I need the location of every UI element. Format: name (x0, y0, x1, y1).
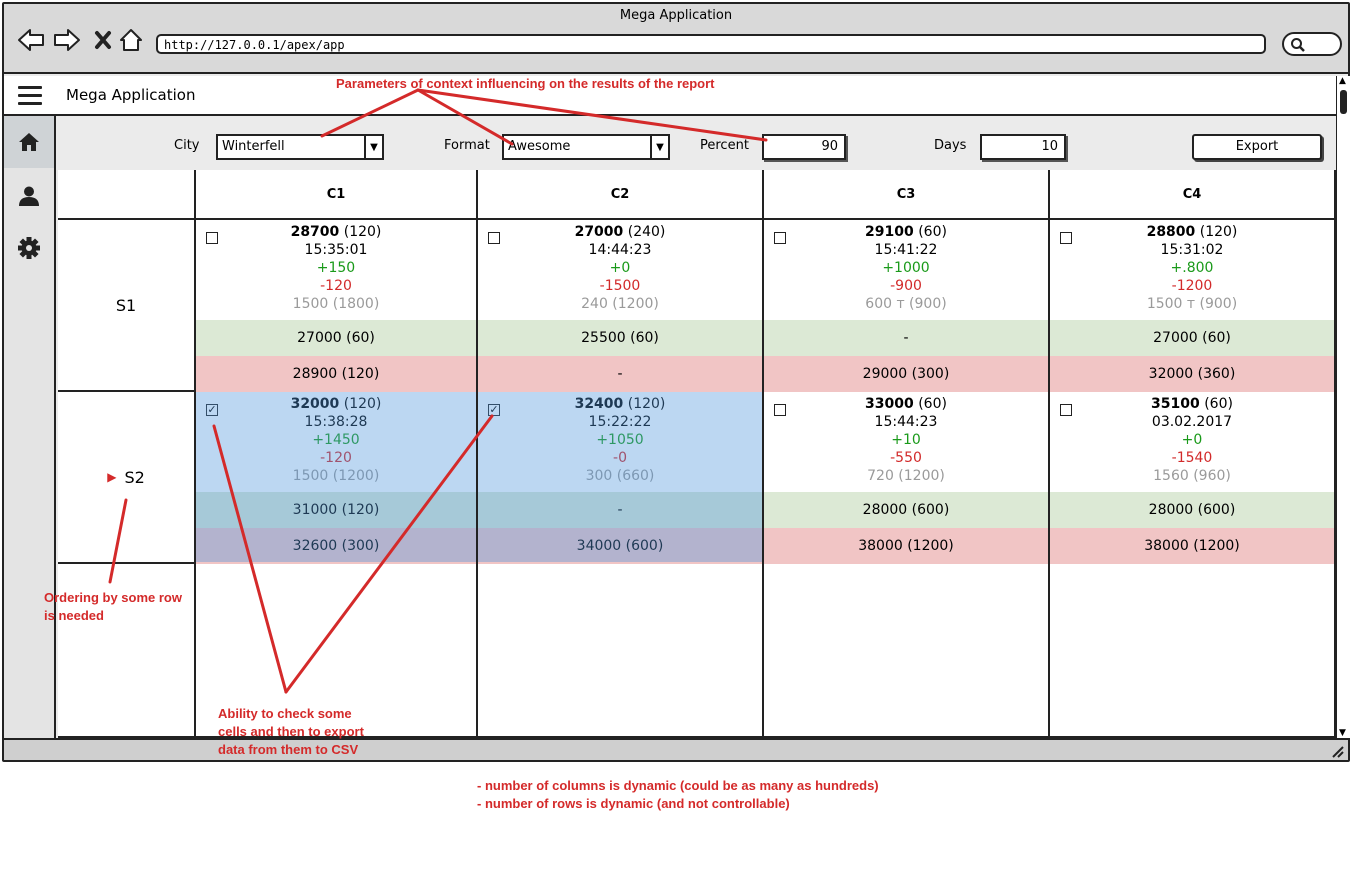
arrow-check-c1 (212, 424, 288, 694)
arrow-check-c2 (284, 414, 494, 694)
annotation-ordering: Ordering by some row is needed (44, 590, 182, 623)
arrow-percent (416, 88, 768, 142)
annotation-note-columns: - number of columns is dynamic (could be… (477, 778, 879, 793)
annotation-arrows (108, 88, 768, 694)
annotation-note-rows: - number of rows is dynamic (and not con… (477, 796, 790, 811)
arrow-city (320, 88, 420, 138)
annotation-checking: Ability to check some cells and then to … (218, 706, 364, 757)
annotation-params: Parameters of context influencing on the… (336, 76, 715, 91)
arrow-ordering (108, 498, 128, 584)
